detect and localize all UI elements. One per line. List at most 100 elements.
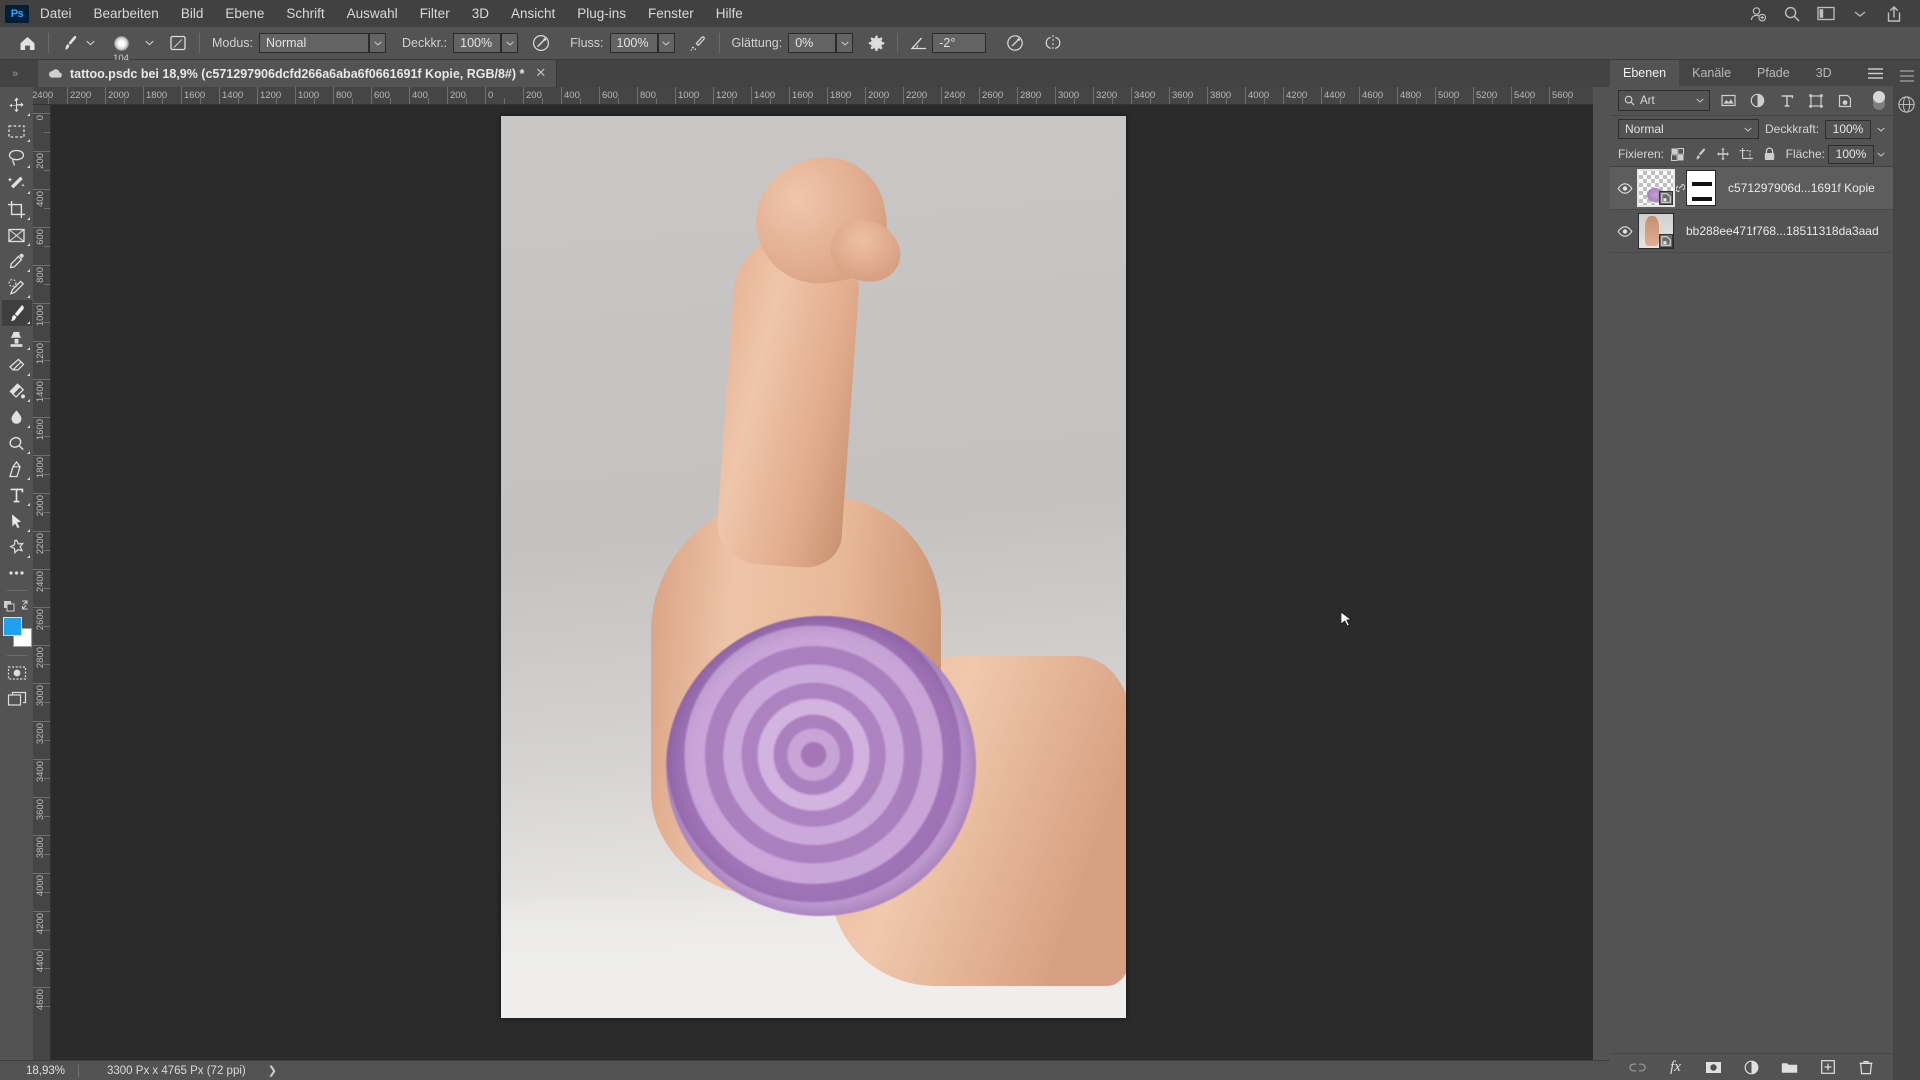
table-row[interactable]: c571297906d...1691f Kopie	[1610, 167, 1893, 210]
smart-object-filter-icon[interactable]	[1834, 90, 1855, 111]
blur-tool[interactable]	[2, 404, 32, 430]
menu-bild[interactable]: Bild	[170, 0, 215, 27]
layer-blend-mode-select[interactable]: Normal	[1618, 119, 1759, 139]
table-row[interactable]: bb288ee471f768...18511318da3aad	[1610, 210, 1893, 253]
add-layer-mask-icon[interactable]	[1704, 1057, 1724, 1077]
type-layer-filter-icon[interactable]	[1776, 90, 1797, 111]
menu-ansicht[interactable]: Ansicht	[500, 0, 566, 27]
crop-tool[interactable]	[2, 196, 32, 222]
lasso-tool[interactable]	[2, 144, 32, 170]
default-colors-icon[interactable]	[2, 595, 32, 615]
layer-mask-thumbnail[interactable]	[1686, 170, 1716, 206]
color-swatches[interactable]	[2, 617, 32, 651]
new-adjustment-layer-icon[interactable]	[1742, 1057, 1762, 1077]
angle-icon[interactable]	[906, 31, 932, 55]
eyedropper-tool[interactable]	[2, 248, 32, 274]
new-group-icon[interactable]	[1780, 1057, 1800, 1077]
chevron-down-icon[interactable]	[1850, 4, 1870, 24]
layer-kind-filter[interactable]: Art	[1618, 90, 1710, 111]
tab-ebenen[interactable]: Ebenen	[1610, 60, 1680, 86]
close-icon[interactable]: ✕	[531, 65, 548, 83]
magic-wand-tool[interactable]	[2, 170, 32, 196]
brush-angle-value[interactable]: -2°	[932, 33, 987, 53]
eye-icon[interactable]	[1612, 225, 1638, 237]
gear-icon[interactable]	[863, 31, 889, 55]
lock-image-pixels-icon[interactable]	[1690, 144, 1710, 164]
foreground-color-swatch[interactable]	[2, 617, 22, 636]
chevron-down-icon[interactable]	[369, 33, 386, 53]
custom-shape-tool[interactable]	[2, 534, 32, 560]
menu-schrift[interactable]: Schrift	[275, 0, 335, 27]
3d-sphere-icon[interactable]	[1897, 94, 1917, 114]
more-tools[interactable]	[2, 560, 32, 586]
fx-icon[interactable]: fx	[1666, 1057, 1686, 1077]
blend-mode-select[interactable]: Normal	[259, 33, 386, 53]
brush-tool[interactable]	[1, 300, 32, 326]
filter-toggle-switch[interactable]	[1873, 91, 1885, 110]
layer-thumbnail[interactable]	[1638, 213, 1674, 249]
type-tool[interactable]	[2, 482, 32, 508]
document-artboard[interactable]	[501, 116, 1126, 1018]
brush-settings-icon[interactable]	[165, 31, 191, 55]
layer-name[interactable]: c571297906d...1691f Kopie	[1728, 181, 1875, 195]
move-tool[interactable]	[2, 92, 32, 118]
menu-fenster[interactable]: Fenster	[637, 0, 705, 27]
brush-size-preview[interactable]: 104	[108, 30, 134, 64]
layer-opacity-value[interactable]: 100%	[1825, 119, 1871, 139]
document-tab[interactable]: tattoo.psdc bei 18,9% (c571297906dcfd266…	[38, 60, 558, 87]
menu-filter[interactable]: Filter	[409, 0, 461, 27]
menu-auswahl[interactable]: Auswahl	[336, 0, 409, 27]
lock-position-icon[interactable]	[1713, 144, 1733, 164]
horizontal-ruler[interactable]: 2400 2200 2000 1800 1600 1400 1200 1000 800 600 40…	[33, 87, 1593, 105]
layer-name[interactable]: bb288ee471f768...18511318da3aad	[1686, 224, 1879, 238]
pressure-opacity-icon[interactable]	[528, 31, 554, 55]
workspace-icon[interactable]	[1816, 4, 1836, 24]
user-add-icon[interactable]	[1748, 4, 1768, 24]
fill-value[interactable]: 100%	[1828, 144, 1874, 164]
menu-bearbeiten[interactable]: Bearbeiten	[83, 0, 170, 27]
quick-mask-icon[interactable]	[2, 660, 32, 686]
chevron-right-icon[interactable]: ❯	[246, 1064, 277, 1077]
vertical-ruler[interactable]: 0 200 400 600 800 1000 1200 1400 1600 1800 2000 220…	[33, 105, 51, 1060]
search-icon[interactable]	[1782, 4, 1802, 24]
chevron-down-icon[interactable]	[1744, 127, 1752, 132]
tab-pfade[interactable]: Pfade	[1744, 60, 1803, 86]
lock-artboard-nesting-icon[interactable]	[1736, 144, 1756, 164]
shape-layer-filter-icon[interactable]	[1805, 90, 1826, 111]
chevron-down-icon[interactable]	[836, 33, 854, 53]
smoothing-control[interactable]: 0%	[788, 33, 854, 53]
menu-3d[interactable]: 3D	[461, 0, 500, 27]
lock-all-icon[interactable]	[1759, 144, 1779, 164]
link-layers-icon[interactable]	[1628, 1057, 1648, 1077]
home-icon[interactable]	[14, 31, 40, 55]
panel-menu-icon[interactable]	[1858, 67, 1893, 79]
menu-hilfe[interactable]: Hilfe	[705, 0, 754, 27]
expand-panels-icon[interactable]: »	[0, 60, 30, 87]
screen-mode-icon[interactable]	[2, 686, 32, 712]
flow-control[interactable]: 100%	[609, 33, 675, 53]
layer-thumbnail[interactable]	[1637, 169, 1675, 207]
lock-transparent-pixels-icon[interactable]	[1667, 144, 1687, 164]
menu-datei[interactable]: Datei	[29, 0, 83, 27]
collapse-panels-icon[interactable]	[1897, 66, 1917, 86]
airbrush-icon[interactable]	[685, 31, 711, 55]
pressure-size-icon[interactable]	[1002, 31, 1028, 55]
menu-plugins[interactable]: Plug-ins	[566, 0, 637, 27]
share-icon[interactable]	[1884, 4, 1904, 24]
opacity-control[interactable]: 100%	[453, 33, 519, 53]
brush-options-caret-icon[interactable]	[142, 33, 157, 53]
pixel-layer-filter-icon[interactable]	[1718, 90, 1739, 111]
eye-icon[interactable]	[1612, 182, 1638, 194]
tab-kanaele[interactable]: Kanäle	[1679, 60, 1744, 86]
chevron-down-icon[interactable]	[501, 33, 519, 53]
adjustment-layer-filter-icon[interactable]	[1747, 90, 1768, 111]
rectangular-marquee-tool[interactable]	[2, 118, 32, 144]
zoom-level[interactable]: 18,93%	[0, 1065, 78, 1077]
spot-healing-brush-tool[interactable]	[2, 274, 32, 300]
brush-preset-caret-icon[interactable]	[83, 33, 98, 53]
canvas-area[interactable]	[51, 105, 1593, 1060]
gradient-tool[interactable]	[2, 378, 32, 404]
clone-stamp-tool[interactable]	[2, 326, 32, 352]
frame-tool[interactable]	[2, 222, 32, 248]
dodge-tool[interactable]	[2, 430, 32, 456]
